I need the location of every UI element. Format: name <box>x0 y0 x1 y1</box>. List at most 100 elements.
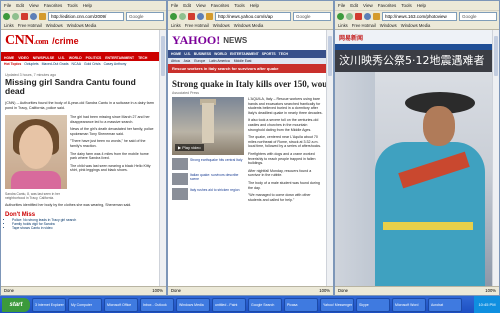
cnn-logo[interactable]: CNN.com <box>5 33 49 49</box>
menu-file[interactable]: File <box>171 3 178 8</box>
nav-entertainment[interactable]: ENTERTAINMENT <box>105 56 134 60</box>
dont-miss-link[interactable]: Tape shows Cantu in video <box>12 226 76 230</box>
link-windows[interactable]: Windows <box>46 23 63 28</box>
yahoo-logo[interactable]: YAHOO! <box>172 33 220 48</box>
menu-view[interactable]: View <box>363 3 373 8</box>
menu-edit[interactable]: Edit <box>350 3 358 8</box>
scroll-thumb[interactable] <box>494 36 498 76</box>
back-icon[interactable] <box>3 12 10 20</box>
related-item[interactable]: Strong earthquake hits central Italy <box>172 158 244 170</box>
refresh-icon[interactable] <box>364 12 371 20</box>
link-windows-media[interactable]: Windows Media <box>401 23 431 28</box>
nav-politics[interactable]: POLITICS <box>86 56 102 60</box>
address-bar[interactable]: http://edition.cnn.com/2009/ <box>48 11 124 21</box>
scroll-thumb[interactable] <box>161 36 165 76</box>
nav-tech[interactable]: TECH <box>279 52 288 56</box>
vertical-scrollbar[interactable] <box>326 30 333 287</box>
link-hotmail[interactable]: Free Hotmail <box>185 23 209 28</box>
taskbar-item[interactable]: 3 Internet Explorer <box>32 297 66 312</box>
address-bar[interactable]: http://news.yahoo.com/s/ap <box>215 11 291 21</box>
gallery-photo[interactable] <box>335 72 493 287</box>
nav-world[interactable]: WORLD <box>69 56 82 60</box>
menu-view[interactable]: View <box>196 3 206 8</box>
taskbar-item[interactable]: Google Search <box>248 297 282 312</box>
google-search-box[interactable]: Google <box>293 11 331 21</box>
nav-home[interactable]: HOME <box>171 52 181 56</box>
link-windows-media[interactable]: Windows Media <box>67 23 97 28</box>
subnav-latin-america[interactable]: Latin America <box>209 59 230 63</box>
vertical-scrollbar[interactable] <box>492 30 499 287</box>
menu-favorites[interactable]: Favorites <box>378 3 397 8</box>
nav-newspulse[interactable]: NEWSPULSE <box>33 56 54 60</box>
subnav-asia[interactable]: Asia <box>184 59 191 63</box>
menu-file[interactable]: File <box>338 3 345 8</box>
topic-link[interactable]: NCAA <box>72 62 81 66</box>
vertical-scrollbar[interactable] <box>159 30 166 287</box>
taskbar-item[interactable]: Picasa <box>284 297 318 312</box>
nav-video[interactable]: VIDEO <box>18 56 29 60</box>
subnav-africa[interactable]: Africa <box>171 59 180 63</box>
taskbar-item[interactable]: Skype <box>356 297 390 312</box>
address-bar[interactable]: http://news.163.com/photoview <box>382 11 457 21</box>
menu-help[interactable]: Help <box>417 3 426 8</box>
menu-help[interactable]: Help <box>250 3 259 8</box>
taskbar-item[interactable]: Acrobat <box>428 297 462 312</box>
refresh-icon[interactable] <box>197 12 204 20</box>
menu-edit[interactable]: Edit <box>183 3 191 8</box>
browser-window-yahoo[interactable]: File Edit View Favorites Tools Help http… <box>167 0 334 296</box>
link-windows[interactable]: Windows <box>213 23 230 28</box>
zoom-level[interactable]: 100% <box>152 287 163 295</box>
menu-help[interactable]: Help <box>83 3 92 8</box>
topic-link[interactable]: Gold Crisis <box>84 62 101 66</box>
play-video-button[interactable]: ▶ Play video <box>175 144 204 151</box>
forward-icon[interactable] <box>179 12 186 20</box>
home-icon[interactable] <box>206 12 213 20</box>
menu-view[interactable]: View <box>29 3 39 8</box>
link-windows-media[interactable]: Windows Media <box>234 23 264 28</box>
nav-us[interactable]: U.S. <box>58 56 65 60</box>
back-icon[interactable] <box>337 12 344 20</box>
link-windows[interactable]: Windows <box>380 23 397 28</box>
home-icon[interactable] <box>39 12 46 20</box>
zoom-level[interactable]: 100% <box>319 287 330 295</box>
nav-entertainment[interactable]: ENTERTAINMENT <box>230 52 259 56</box>
scroll-thumb[interactable] <box>328 36 332 76</box>
system-clock[interactable]: 10:45 PM <box>474 296 500 313</box>
taskbar-item[interactable]: Microsoft Office <box>104 297 138 312</box>
menu-file[interactable]: File <box>4 3 11 8</box>
subnav-middle-east[interactable]: Middle East <box>234 59 252 63</box>
menu-edit[interactable]: Edit <box>16 3 24 8</box>
nav-home[interactable]: HOME <box>4 56 14 60</box>
taskbar-item[interactable]: Yahoo! Messenger <box>320 297 354 312</box>
site-logo[interactable]: 网易新闻 <box>339 33 363 42</box>
home-icon[interactable] <box>373 12 380 20</box>
topic-link[interactable]: Maxed-Out Grads <box>42 62 69 66</box>
forward-icon[interactable] <box>12 12 19 20</box>
article-photo[interactable] <box>5 115 67 189</box>
taskbar-item[interactable]: Microsoft Word <box>392 297 426 312</box>
start-button[interactable]: start <box>2 297 30 312</box>
menu-favorites[interactable]: Favorites <box>44 3 63 8</box>
menu-tools[interactable]: Tools <box>401 3 412 8</box>
taskbar-item[interactable]: Windows Media <box>176 297 210 312</box>
stop-icon[interactable] <box>355 12 362 20</box>
nav-sports[interactable]: SPORTS <box>262 52 276 56</box>
google-search-box[interactable]: Google <box>459 11 497 21</box>
back-icon[interactable] <box>170 12 177 20</box>
refresh-icon[interactable] <box>30 12 37 20</box>
forward-icon[interactable] <box>346 12 353 20</box>
stop-icon[interactable] <box>21 12 28 20</box>
stop-icon[interactable] <box>188 12 195 20</box>
nav-tech[interactable]: TECH <box>138 56 147 60</box>
related-item[interactable]: Italian quake: survivors describe scene <box>172 173 244 185</box>
video-thumbnail[interactable]: ▶ Play video <box>172 97 244 155</box>
taskbar-item[interactable]: Inbox - Outlook <box>140 297 174 312</box>
nav-world[interactable]: WORLD <box>214 52 227 56</box>
taskbar-item[interactable]: My Computer <box>68 297 102 312</box>
google-search-box[interactable]: Google <box>126 11 164 21</box>
related-item[interactable]: Italy rushes aid to stricken region <box>172 188 244 200</box>
link-hotmail[interactable]: Free Hotmail <box>352 23 376 28</box>
nav-business[interactable]: BUSINESS <box>194 52 211 56</box>
menu-tools[interactable]: Tools <box>67 3 78 8</box>
zoom-level[interactable]: 100% <box>485 287 496 295</box>
